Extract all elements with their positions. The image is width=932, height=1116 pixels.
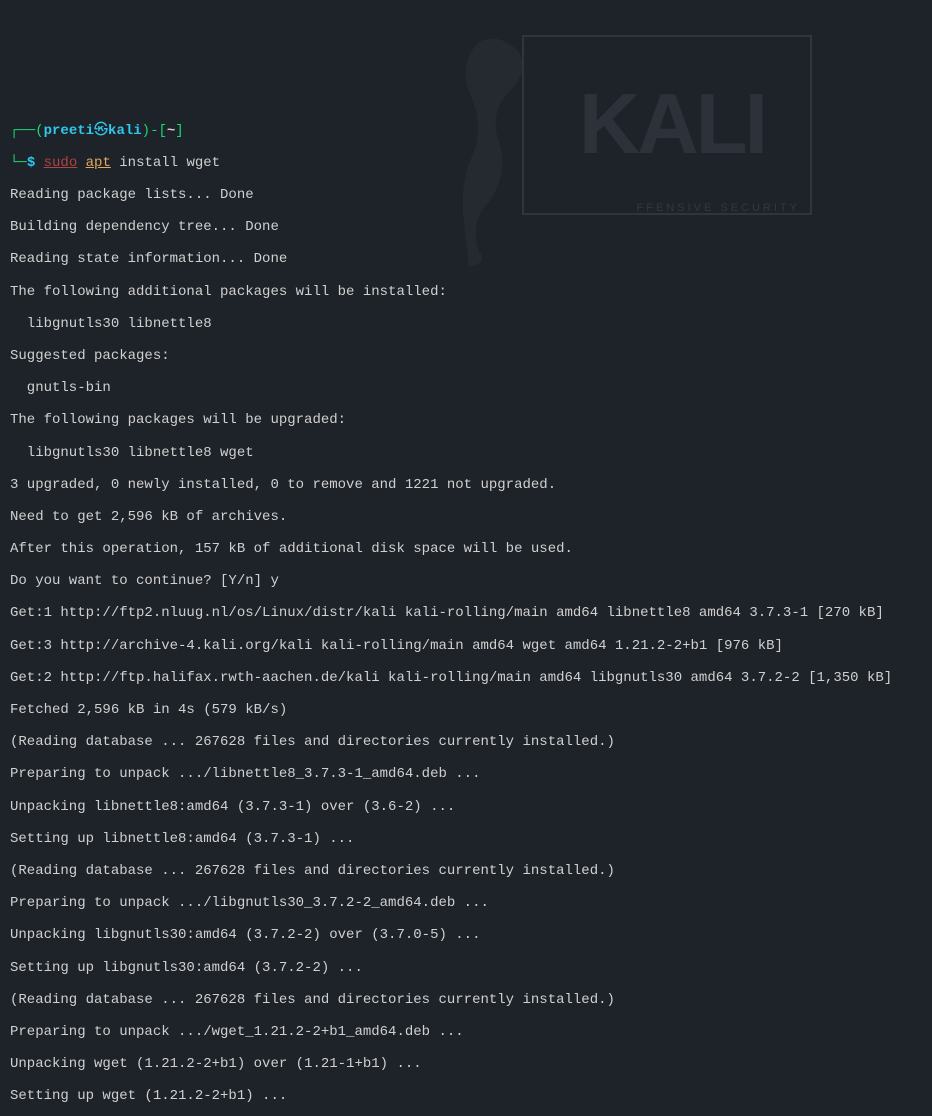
prompt-user: preeti xyxy=(44,123,94,139)
output-line: Need to get 2,596 kB of archives. xyxy=(10,509,922,525)
output-line: The following additional packages will b… xyxy=(10,284,922,300)
prompt-dash-bracket: -[ xyxy=(150,123,167,139)
output-line: Setting up libgnutls30:amd64 (3.7.2-2) .… xyxy=(10,960,922,976)
terminal-output[interactable]: ┌──(preeti㉿kali)-[~] └─$ sudo apt instal… xyxy=(10,107,922,1116)
prompt-open-paren: ( xyxy=(35,123,43,139)
cmd-apt: apt xyxy=(86,155,111,171)
output-line: Get:1 http://ftp2.nluug.nl/os/Linux/dist… xyxy=(10,605,922,621)
prompt-corner-bl: └─ xyxy=(10,155,27,171)
output-line: Reading package lists... Done xyxy=(10,187,922,203)
prompt-corner-tl: ┌── xyxy=(10,123,35,139)
output-line: Building dependency tree... Done xyxy=(10,219,922,235)
prompt-line-2: └─$ sudo apt install wget xyxy=(10,155,922,171)
output-line: (Reading database ... 267628 files and d… xyxy=(10,863,922,879)
output-line: The following packages will be upgraded: xyxy=(10,412,922,428)
output-line: Setting up libnettle8:amd64 (3.7.3-1) ..… xyxy=(10,831,922,847)
prompt-close-bracket: ] xyxy=(175,123,183,139)
output-line: libgnutls30 libnettle8 xyxy=(10,316,922,332)
output-line: libgnutls30 libnettle8 wget xyxy=(10,445,922,461)
output-line: Get:3 http://archive-4.kali.org/kali kal… xyxy=(10,638,922,654)
prompt-line-1: ┌──(preeti㉿kali)-[~] xyxy=(10,123,922,139)
output-line: Fetched 2,596 kB in 4s (579 kB/s) xyxy=(10,702,922,718)
cmd-args: install wget xyxy=(111,155,220,171)
prompt-host: kali xyxy=(108,123,142,139)
output-line: (Reading database ... 267628 files and d… xyxy=(10,992,922,1008)
output-line: Preparing to unpack .../libnettle8_3.7.3… xyxy=(10,766,922,782)
output-line: Preparing to unpack .../libgnutls30_3.7.… xyxy=(10,895,922,911)
output-line: Get:2 http://ftp.halifax.rwth-aachen.de/… xyxy=(10,670,922,686)
prompt-dollar: $ xyxy=(27,155,35,171)
output-line: Suggested packages: xyxy=(10,348,922,364)
output-line: Do you want to continue? [Y/n] y xyxy=(10,573,922,589)
output-line: Unpacking wget (1.21.2-2+b1) over (1.21-… xyxy=(10,1056,922,1072)
output-line: Unpacking libnettle8:amd64 (3.7.3-1) ove… xyxy=(10,799,922,815)
prompt-at-icon: ㉿ xyxy=(94,123,108,139)
output-line: Setting up wget (1.21.2-2+b1) ... xyxy=(10,1088,922,1104)
output-line: 3 upgraded, 0 newly installed, 0 to remo… xyxy=(10,477,922,493)
output-line: Preparing to unpack .../wget_1.21.2-2+b1… xyxy=(10,1024,922,1040)
cmd-sudo: sudo xyxy=(44,155,78,171)
output-line: Reading state information... Done xyxy=(10,251,922,267)
output-line: Unpacking libgnutls30:amd64 (3.7.2-2) ov… xyxy=(10,927,922,943)
prompt-close-paren: ) xyxy=(142,123,150,139)
output-line: After this operation, 157 kB of addition… xyxy=(10,541,922,557)
output-line: (Reading database ... 267628 files and d… xyxy=(10,734,922,750)
output-line: gnutls-bin xyxy=(10,380,922,396)
